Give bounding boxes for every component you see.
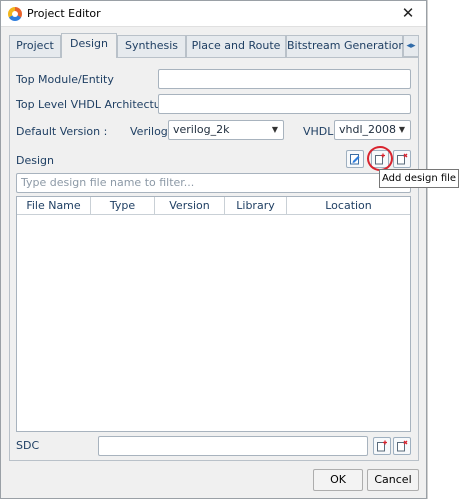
add-design-file-button[interactable]: [371, 150, 389, 168]
verilog-label: Verilog: [130, 125, 168, 138]
window-title: Project Editor: [27, 7, 101, 20]
tab-bar: Project Design Synthesis Place and Route…: [9, 33, 419, 58]
edit-file-icon: [350, 154, 360, 165]
chevron-down-icon: ▼: [271, 125, 278, 134]
top-vhdl-architecture-input[interactable]: [158, 94, 411, 114]
app-logo-icon: [8, 7, 22, 21]
title-bar: Project Editor ✕: [1, 1, 426, 27]
edit-design-file-button[interactable]: [346, 150, 364, 168]
add-file-icon: [375, 153, 385, 165]
add-file-icon: [377, 440, 387, 452]
vhdl-version-select[interactable]: vhdl_2008 ▼: [334, 120, 411, 140]
ok-button[interactable]: OK: [313, 469, 363, 491]
design-filter-input[interactable]: Type design file name to filter...: [16, 173, 411, 193]
vhdl-version-value: vhdl_2008: [339, 123, 397, 136]
remove-design-file-button[interactable]: [393, 150, 411, 168]
add-sdc-file-button[interactable]: [373, 437, 391, 455]
tab-synthesis[interactable]: Synthesis: [117, 35, 186, 57]
default-version-label: Default Version :: [16, 125, 108, 138]
background-window: [427, 0, 467, 499]
remove-file-icon: [397, 153, 408, 165]
tab-place-and-route[interactable]: Place and Route: [186, 35, 286, 57]
top-module-input[interactable]: [158, 69, 411, 89]
sdc-file-input[interactable]: [98, 436, 368, 456]
remove-sdc-file-button[interactable]: [393, 437, 411, 455]
design-files-table: File Name Type Version Library Location: [16, 196, 411, 432]
remove-file-icon: [397, 440, 408, 452]
column-version[interactable]: Version: [155, 197, 225, 215]
verilog-version-value: verilog_2k: [173, 123, 230, 136]
tab-bitstream-generation[interactable]: Bitstream Generation: [286, 35, 405, 57]
sdc-label: SDC: [16, 439, 40, 452]
vhdl-label: VHDL: [303, 125, 334, 138]
column-location[interactable]: Location: [287, 197, 410, 215]
close-button[interactable]: ✕: [398, 3, 418, 23]
design-section-label: Design: [16, 154, 54, 167]
column-type[interactable]: Type: [91, 197, 155, 215]
tab-project[interactable]: Project: [9, 35, 61, 57]
tab-scroll-arrows-icon[interactable]: ◂▸: [403, 35, 419, 57]
top-vhdl-architecture-label: Top Level VHDL Architecture: [16, 98, 172, 111]
table-header: File Name Type Version Library Location: [17, 197, 410, 215]
cancel-button[interactable]: Cancel: [367, 469, 419, 491]
project-editor-dialog: Project Editor ✕ Project Design Synthesi…: [0, 0, 427, 499]
tab-design[interactable]: Design: [61, 33, 117, 58]
column-library[interactable]: Library: [225, 197, 287, 215]
add-design-file-tooltip: Add design file: [379, 169, 459, 188]
column-file-name[interactable]: File Name: [17, 197, 91, 215]
top-module-label: Top Module/Entity: [16, 73, 114, 86]
chevron-down-icon: ▼: [398, 125, 405, 134]
verilog-version-select[interactable]: verilog_2k ▼: [168, 120, 284, 140]
